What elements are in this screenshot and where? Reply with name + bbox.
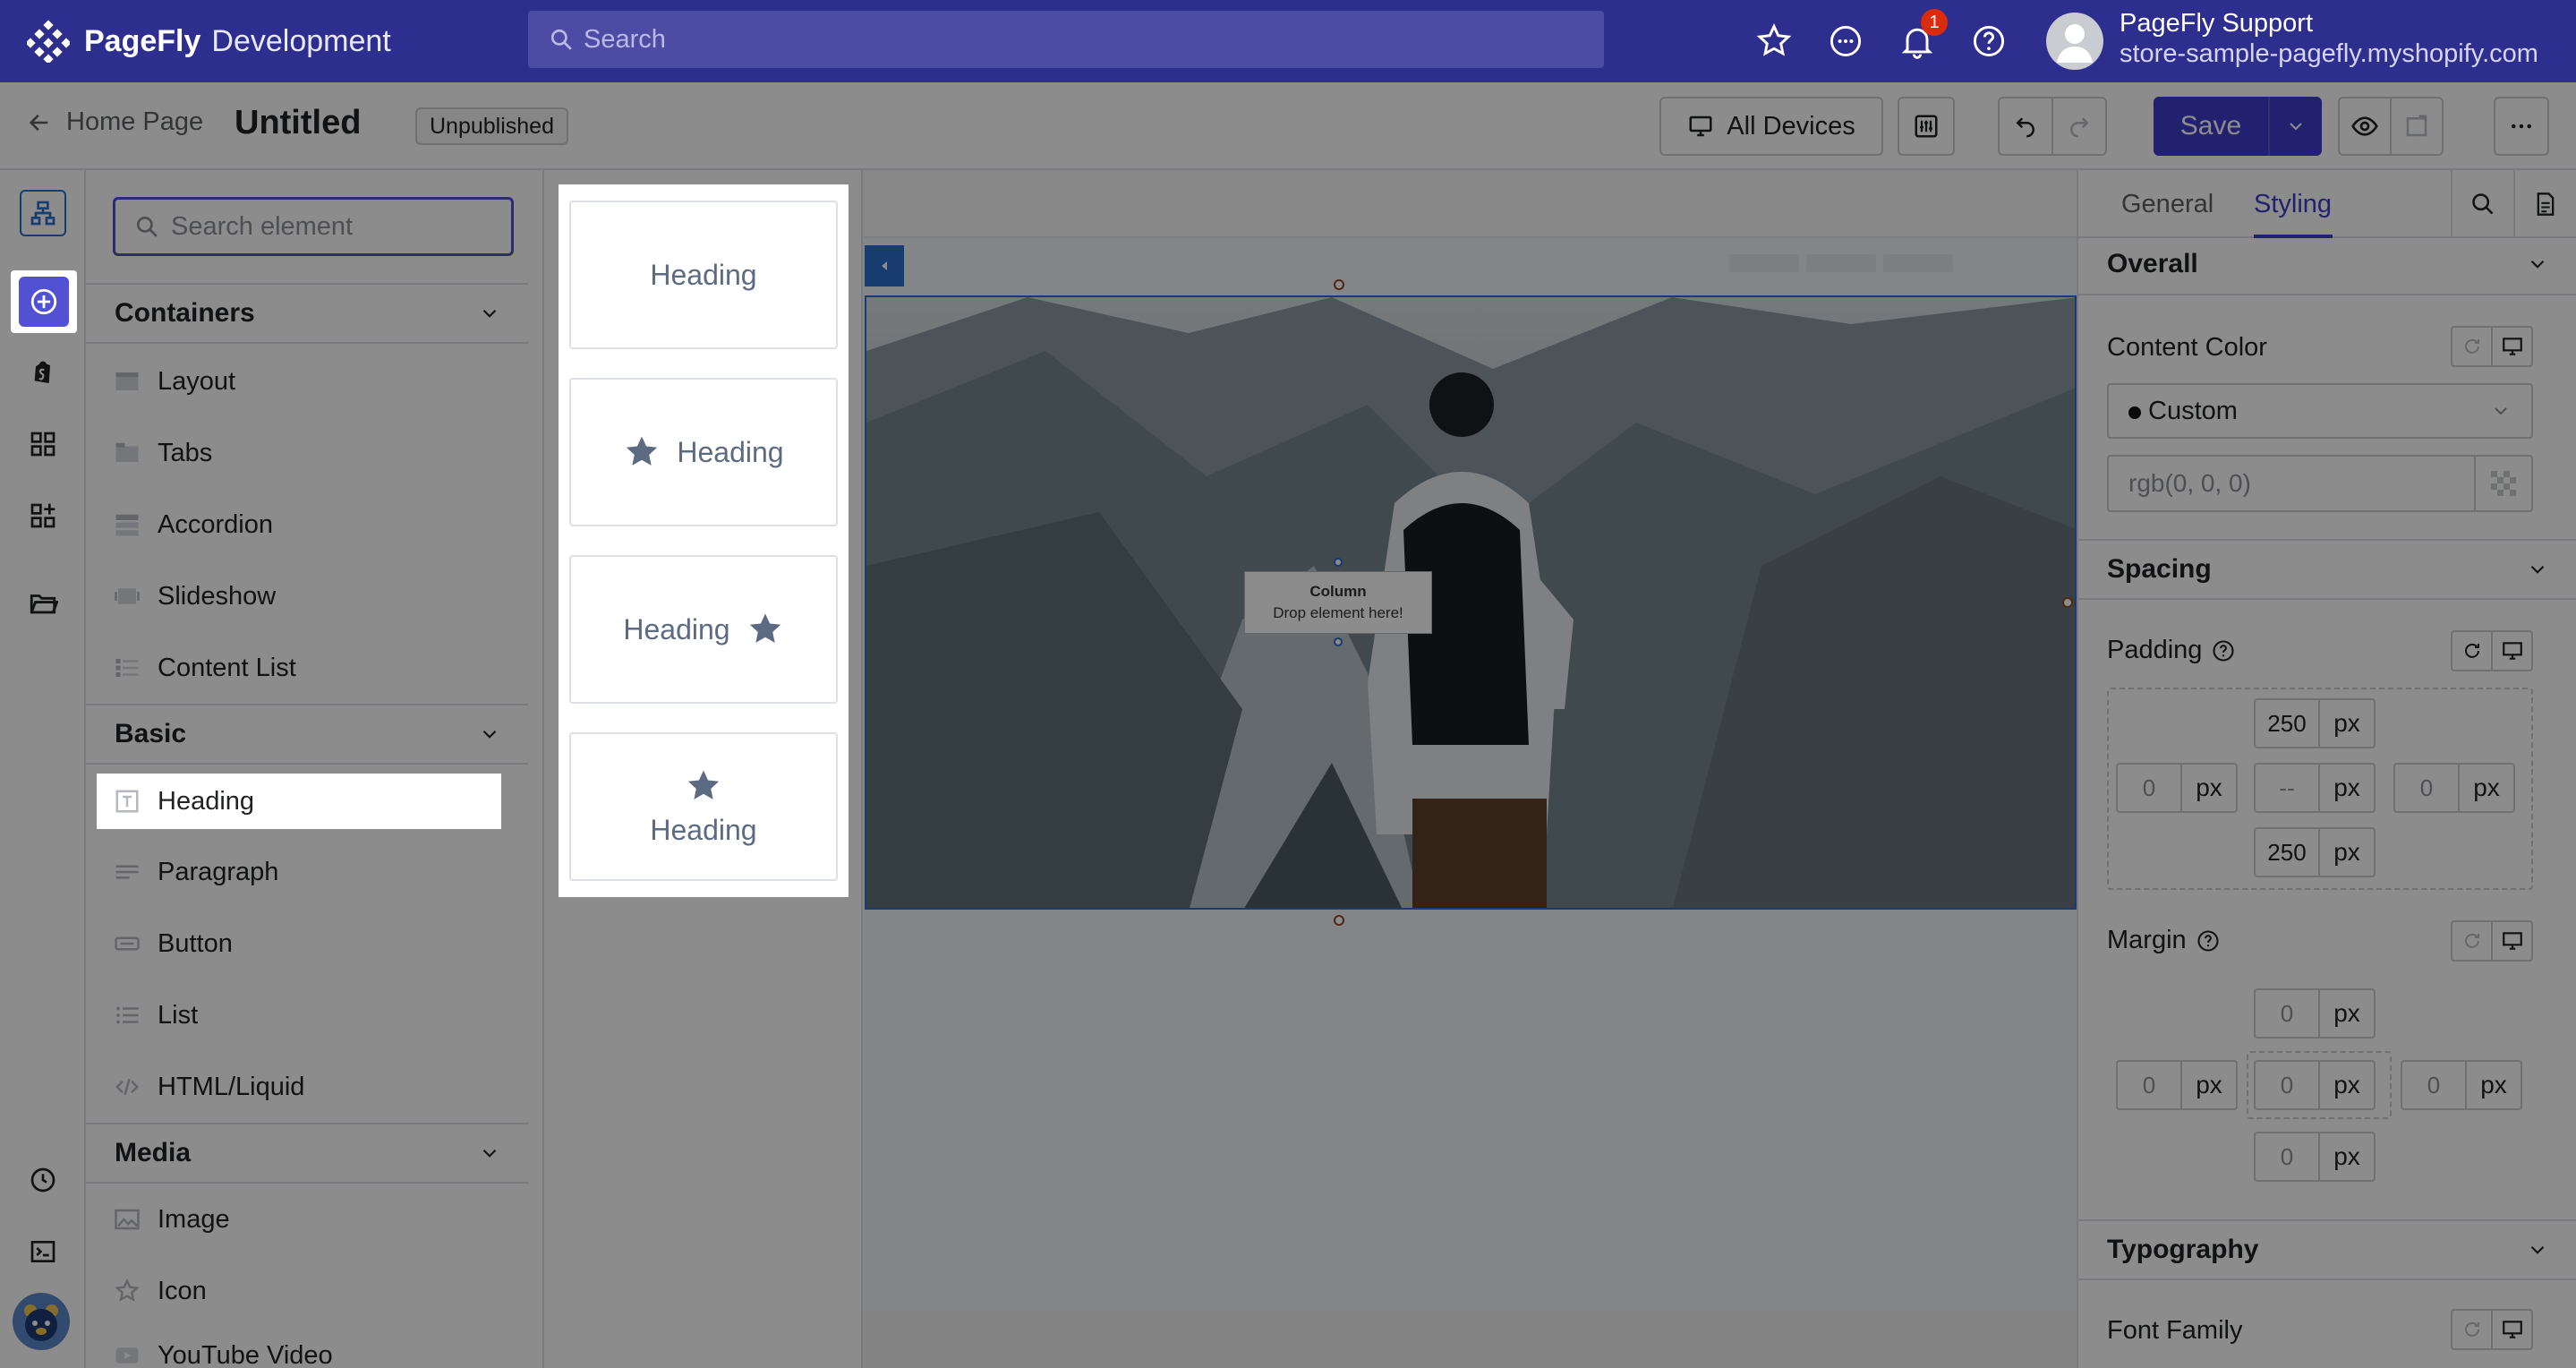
chat-icon[interactable] (1826, 21, 1865, 61)
star-icon (687, 770, 720, 799)
global-search-input[interactable]: Search (528, 11, 1604, 68)
search-icon (550, 29, 572, 50)
star-icon (749, 613, 780, 643)
onboarding-dim-overlay (0, 82, 2576, 1368)
brand-logo[interactable]: PageFly Development (27, 18, 391, 64)
search-placeholder: Search (584, 24, 666, 54)
help-icon[interactable] (1969, 21, 2009, 61)
brand-subtitle: Development (211, 23, 391, 58)
star-icon (627, 436, 658, 466)
variant-label: Heading (623, 612, 730, 646)
element-heading-highlighted[interactable]: Heading (97, 774, 501, 829)
variant-label: Heading (677, 435, 784, 468)
heading-icon (113, 787, 141, 816)
add-element-button-highlighted[interactable] (11, 270, 77, 333)
element-label: Heading (158, 786, 255, 816)
heading-variant-icon-left[interactable]: Heading (569, 378, 838, 526)
variant-label: Heading (650, 258, 757, 291)
pagefly-logo-icon (27, 20, 70, 63)
star-icon[interactable] (1754, 21, 1794, 61)
brand-name: PageFly (84, 23, 201, 58)
heading-variant-icon-right[interactable]: Heading (569, 555, 838, 704)
plus-circle-icon (30, 288, 57, 315)
user-avatar[interactable] (2046, 13, 2103, 70)
user-store-domain: store-sample-pagefly.myshopify.com (2120, 39, 2538, 68)
variant-label: Heading (650, 813, 757, 846)
notification-badge: 1 (1921, 9, 1948, 36)
user-name[interactable]: PageFly Support (2120, 9, 2313, 38)
heading-variant-plain[interactable]: Heading (569, 201, 838, 349)
heading-variant-icon-top[interactable]: Heading (569, 732, 838, 881)
